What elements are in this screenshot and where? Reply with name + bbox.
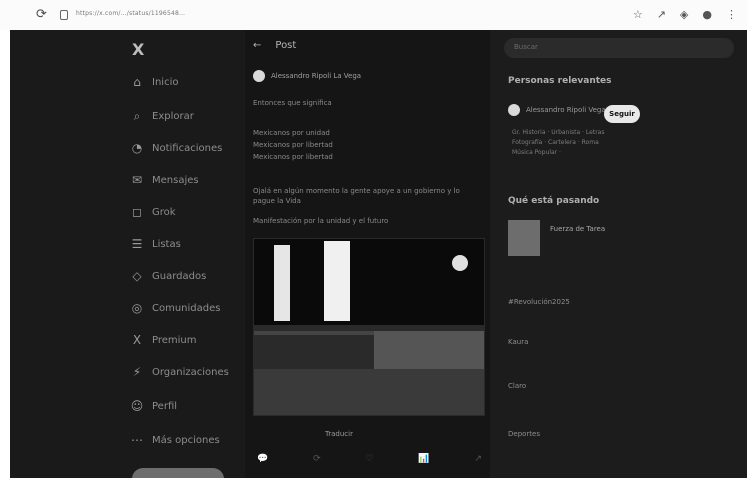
app-window: X ⌂ Inicio ⌕ Explorar ◔ Notificaciones ✉… <box>10 30 747 478</box>
browser-toolbar: ⟳ https://x.com/…/status/1196548… ☆ ↗ ◈ … <box>0 0 747 30</box>
post-line: Entonces que significa <box>253 99 332 107</box>
relevant-person[interactable]: Alessandro Ripoli Vega <box>508 104 606 116</box>
home-icon: ⌂ <box>133 75 141 89</box>
sidebar-item-explorar[interactable]: ⌕ Explorar <box>130 106 194 126</box>
like-icon[interactable]: ♡ <box>365 454 373 464</box>
trend-main[interactable]: Fuerza de Tarea <box>550 225 605 233</box>
trend-item[interactable]: #Revolución2025 <box>508 298 570 306</box>
sidebar-item-comunidades[interactable]: ◎ Comunidades <box>130 298 221 318</box>
post-actions: 💬 ⟳ ♡ 📊 ↗ <box>257 454 482 464</box>
search-icon: ⌕ <box>133 108 141 123</box>
views-icon[interactable]: 📊 <box>418 454 429 464</box>
author-name[interactable]: Alessandro Ripoli La Vega <box>271 72 361 80</box>
profile-icon: ☺ <box>130 399 144 413</box>
more-icon: ⋯ <box>131 433 143 447</box>
happening-title: Qué está pasando <box>508 196 600 206</box>
sidebar-item-organizaciones[interactable]: ⚡ Organizaciones <box>130 362 229 382</box>
post-media[interactable] <box>253 238 485 416</box>
sidebar-item-label: Más opciones <box>152 434 220 446</box>
main-column: ← Post Alessandro Ripoli La Vega Entonce… <box>245 30 490 478</box>
relevant-person-name[interactable]: Alessandro Ripoli Vega <box>526 106 606 114</box>
light-beam <box>274 245 290 321</box>
sidebar-item-grok[interactable]: ◻ Grok <box>130 202 176 222</box>
sidebar-item-label: Listas <box>152 238 181 250</box>
sidebar-item-premium[interactable]: X Premium <box>130 330 197 350</box>
post-header: ← Post <box>253 40 296 51</box>
reload-icon[interactable]: ⟳ <box>36 8 47 21</box>
communities-icon: ◎ <box>131 301 143 315</box>
bookmark-icon: ◇ <box>132 269 142 283</box>
profile-icon[interactable]: ● <box>702 8 712 21</box>
media-svg <box>254 239 484 415</box>
page-title: Post <box>275 40 297 51</box>
trend-item[interactable]: Deportes <box>508 430 540 438</box>
menu-icon[interactable]: ⋮ <box>726 8 737 21</box>
post-line: Manifestación por la unidad y el futuro <box>253 217 389 225</box>
sidebar-item-label: Grok <box>152 206 176 218</box>
sidebar-item-label: Explorar <box>152 110 194 122</box>
premium-icon: X <box>132 333 142 347</box>
sidebar-item-label: Premium <box>152 334 197 346</box>
bookmark-icon[interactable]: ☆ <box>633 8 643 21</box>
relevant-title: Personas relevantes <box>508 76 612 86</box>
trend-thumbnail[interactable] <box>508 220 540 256</box>
sidebar-item-mas-opciones[interactable]: ⋯ Más opciones <box>130 430 220 450</box>
follow-button[interactable]: Seguir <box>604 105 640 123</box>
post-line: Mexicanos por unidad <box>253 129 330 137</box>
sidebar-item-listas[interactable]: ☰ Listas <box>130 234 181 254</box>
author-row[interactable]: Alessandro Ripoli La Vega <box>253 70 361 82</box>
x-logo[interactable]: X <box>132 40 144 59</box>
search-input[interactable]: Buscar <box>504 38 734 58</box>
trend-item[interactable]: Claro <box>508 382 526 390</box>
relevant-bio: Gr. Historia · Urbanista · Letras <box>512 129 605 136</box>
sidebar-item-label: Mensajes <box>152 174 199 186</box>
url-bar[interactable]: https://x.com/…/status/1196548… <box>76 10 185 17</box>
sidebar-item-label: Guardados <box>152 270 207 282</box>
moon <box>452 255 468 271</box>
reply-icon[interactable]: 💬 <box>257 454 268 464</box>
sidebar-item-label: Comunidades <box>152 302 221 314</box>
extension-icon[interactable]: ◈ <box>680 8 688 21</box>
sidebar-item-label: Organizaciones <box>152 366 229 378</box>
light-beam <box>324 241 350 321</box>
share-icon[interactable]: ↗ <box>474 454 482 464</box>
relevant-bio: Fotografía · Cartelera · Roma <box>512 139 599 146</box>
sidebar-item-perfil[interactable]: ☺ Perfil <box>130 396 177 416</box>
translate-link[interactable]: Traducir <box>325 430 353 438</box>
sidebar-item-notificaciones[interactable]: ◔ Notificaciones <box>130 138 223 158</box>
mail-icon: ✉ <box>131 173 143 187</box>
crowd-detail <box>254 369 484 415</box>
browser-right-icons: ☆ ↗ ◈ ● ⋮ <box>633 8 737 21</box>
post-line: Mexicanos por libertad <box>253 153 333 161</box>
post-line: Mexicanos por libertad <box>253 141 333 149</box>
sidebar-item-label: Perfil <box>152 400 178 412</box>
trend-item[interactable]: Kaura <box>508 338 528 346</box>
bell-icon: ◔ <box>131 141 143 155</box>
right-column: Buscar Personas relevantes Alessandro Ri… <box>490 30 747 478</box>
post-line: Ojalá en algún momento la gente apoye a … <box>253 187 460 205</box>
sidebar-item-label: Inicio <box>152 76 179 88</box>
sidebar-item-label: Notificaciones <box>152 142 223 154</box>
sidebar-item-inicio[interactable]: ⌂ Inicio <box>130 72 178 92</box>
sidebar: X ⌂ Inicio ⌕ Explorar ◔ Notificaciones ✉… <box>10 30 245 478</box>
sidebar-item-guardados[interactable]: ◇ Guardados <box>130 266 206 286</box>
repost-icon[interactable]: ⟳ <box>313 454 321 464</box>
avatar[interactable] <box>508 104 520 116</box>
relevant-bio: Música Popular · <box>512 149 561 156</box>
avatar[interactable] <box>253 70 265 82</box>
grok-icon: ◻ <box>132 205 142 219</box>
lightning-icon: ⚡ <box>132 365 142 379</box>
share-icon[interactable]: ↗ <box>657 8 666 21</box>
list-icon: ☰ <box>131 237 143 251</box>
crowd-detail <box>374 331 484 371</box>
post-button[interactable] <box>132 468 224 478</box>
back-arrow-icon[interactable]: ← <box>253 40 261 51</box>
lock-icon[interactable] <box>60 10 68 20</box>
sidebar-item-mensajes[interactable]: ✉ Mensajes <box>130 170 199 190</box>
